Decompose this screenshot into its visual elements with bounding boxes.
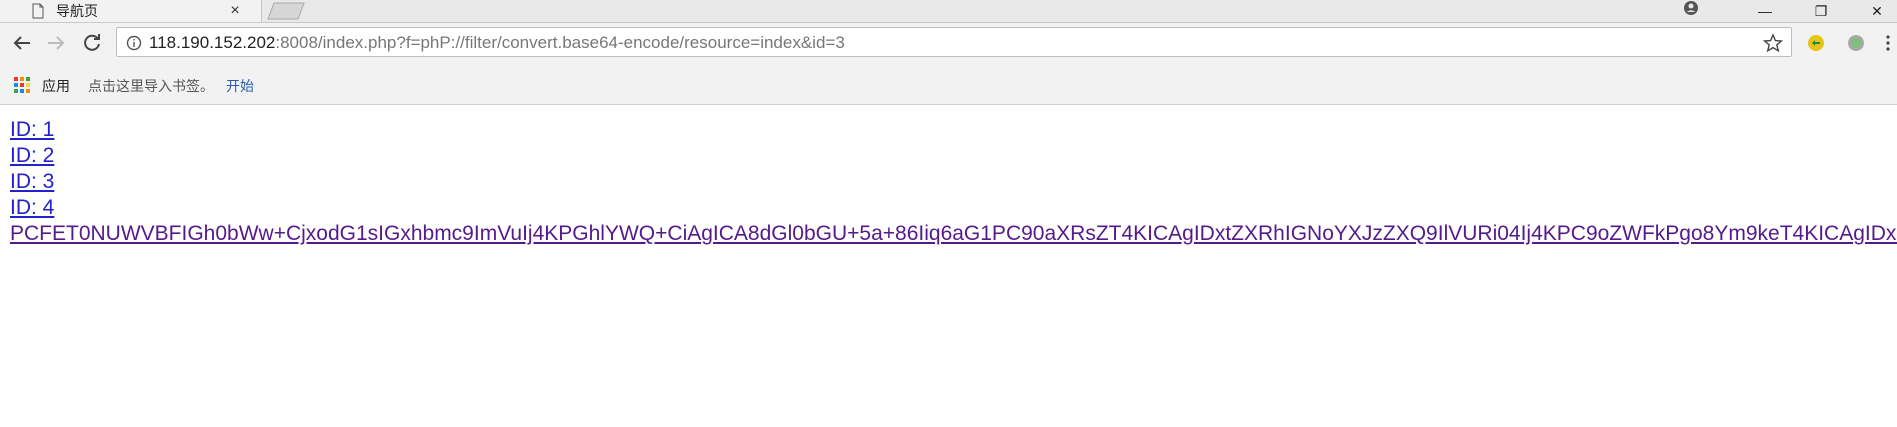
tab-close-icon[interactable]: ×	[226, 2, 244, 20]
id-link-4[interactable]: ID: 4	[10, 195, 1897, 221]
base64-output-link[interactable]: PCFET0NUWVBFIGh0bWw+CjxodG1sIGxhbmc9ImVu…	[10, 221, 1897, 247]
import-bookmarks-hint[interactable]: 点击这里导入书签。	[88, 78, 214, 94]
more-vert-icon[interactable]	[1882, 33, 1894, 53]
restore-button[interactable]: ❐	[1801, 0, 1841, 22]
id-link-2[interactable]: ID: 2	[10, 143, 1897, 169]
id-link-3[interactable]: ID: 3	[10, 169, 1897, 195]
extension-green-icon[interactable]	[1846, 33, 1866, 53]
bookmarks-bar: 应用 点击这里导入书签。 开始	[0, 61, 1897, 105]
arrow-left-icon[interactable]	[10, 31, 34, 55]
url-text[interactable]: 118.190.152.202:8008/index.php?f=phP://f…	[149, 33, 845, 53]
account-circle-icon[interactable]	[1671, 0, 1711, 22]
id-link-1[interactable]: ID: 1	[10, 117, 1897, 143]
extension-yellow-icon[interactable]	[1806, 33, 1826, 53]
page-content: ID: 1 ID: 2 ID: 3 ID: 4 PCFET0NUWVBFIGh0…	[10, 117, 1897, 427]
tab-strip: 导航页 × — ❐ ✕	[0, 0, 1897, 23]
toolbar: 118.190.152.202:8008/index.php?f=phP://f…	[0, 23, 1897, 61]
close-window-button[interactable]: ✕	[1857, 0, 1897, 22]
start-link[interactable]: 开始	[226, 78, 254, 94]
star-icon[interactable]	[1763, 33, 1783, 53]
url-path: :8008/index.php?f=phP://filter/convert.b…	[275, 33, 845, 52]
reload-icon[interactable]	[80, 31, 104, 55]
tab-active[interactable]: 导航页 ×	[0, 0, 262, 22]
url-host: 118.190.152.202	[149, 33, 276, 52]
address-bar[interactable]: 118.190.152.202:8008/index.php?f=phP://f…	[116, 27, 1792, 57]
tab-title: 导航页	[56, 3, 98, 19]
arrow-right-icon[interactable]	[44, 31, 68, 55]
minimize-button[interactable]: —	[1745, 0, 1785, 22]
apps-grid-icon[interactable]	[14, 77, 30, 93]
apps-label[interactable]: 应用	[42, 78, 70, 94]
info-icon[interactable]	[126, 35, 142, 51]
document-icon	[32, 3, 44, 19]
new-tab-button[interactable]	[264, 2, 308, 20]
